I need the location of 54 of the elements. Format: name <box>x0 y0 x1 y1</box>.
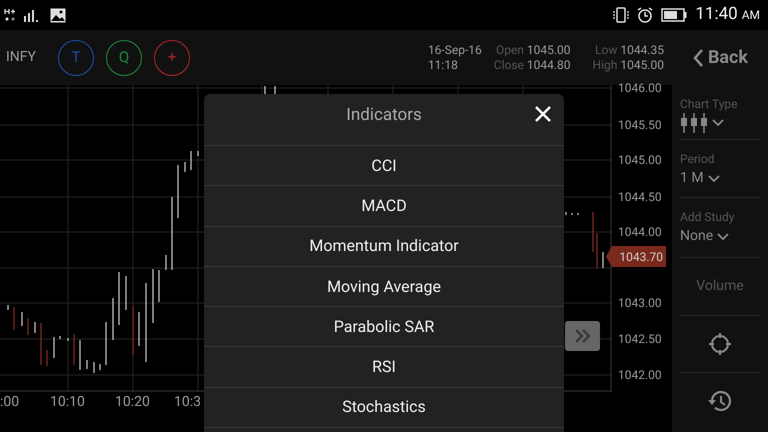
chevron-down-icon <box>708 174 720 182</box>
quote-value: High 1045.00 <box>592 58 664 72</box>
indicator-item[interactable]: RSI <box>204 347 564 388</box>
date-label: 16-Sep-16 <box>428 42 482 58</box>
history-icon <box>707 389 733 413</box>
indicator-item[interactable]: MACD <box>204 186 564 227</box>
quote-value: Low 1044.35 <box>594 42 664 58</box>
chevron-down-icon <box>712 119 724 127</box>
axis-label: 1043.00 <box>618 297 662 309</box>
time-label: 11:18 <box>428 58 459 72</box>
axis-label: 1046.00 <box>618 82 662 94</box>
indicator-item[interactable]: CCI <box>204 146 564 186</box>
close-icon <box>534 105 552 123</box>
symbol-label: INFY <box>5 48 37 67</box>
axis-label: 1045.50 <box>618 119 662 131</box>
axis-label: 1045.00 <box>618 154 662 166</box>
crosshair-icon <box>707 331 733 357</box>
quote-value: Open 1045.00 <box>494 42 571 58</box>
axis-label: 10:3 <box>174 393 201 412</box>
axis-label: 10:20 <box>115 393 150 412</box>
quote-value: Close 1044.80 <box>494 58 571 72</box>
indicator-item[interactable]: Momentum Indicator <box>204 226 564 267</box>
price-tag: 1043.70 <box>606 246 666 267</box>
dialog-title: Indicators <box>346 104 422 127</box>
axis-label: 10:10 <box>50 393 85 412</box>
chart-type-label: Chart Type <box>680 96 738 113</box>
battery-icon <box>661 8 688 22</box>
period-label: Period <box>680 151 714 168</box>
study-selector[interactable]: Add Study None <box>680 198 760 258</box>
indicator-item[interactable]: Moving Average <box>204 266 564 308</box>
circle-button[interactable]: Q <box>106 40 142 76</box>
chevron-left-icon <box>692 48 704 68</box>
axis-label: 1042.50 <box>618 333 662 345</box>
candlestick-icon <box>680 113 708 133</box>
crosshair-button[interactable] <box>707 331 733 357</box>
image-icon <box>50 8 66 22</box>
study-value: None <box>680 227 714 246</box>
period-selector[interactable]: Period 1 M <box>680 140 760 198</box>
axis-label: 1042.00 <box>618 369 662 381</box>
indicator-item[interactable]: Parabolic SAR <box>204 307 564 348</box>
indicator-item[interactable]: Stochastics <box>204 388 564 428</box>
vibrate-icon <box>613 7 630 23</box>
axis-label: :00 <box>0 393 20 412</box>
back-button[interactable]: Back <box>672 30 768 85</box>
axis-label: 1044.50 <box>618 191 662 203</box>
alarm-icon <box>637 7 654 23</box>
circle-button[interactable]: + <box>154 40 190 76</box>
chevron-down-icon <box>717 232 730 240</box>
axis-label: 1044.00 <box>618 226 662 238</box>
study-label: Add Study <box>680 209 734 226</box>
double-chevron-icon <box>572 328 592 344</box>
period-value: 1 M <box>680 169 704 188</box>
history-button[interactable] <box>707 389 733 413</box>
clock-time: 11:40 AM <box>695 3 760 26</box>
